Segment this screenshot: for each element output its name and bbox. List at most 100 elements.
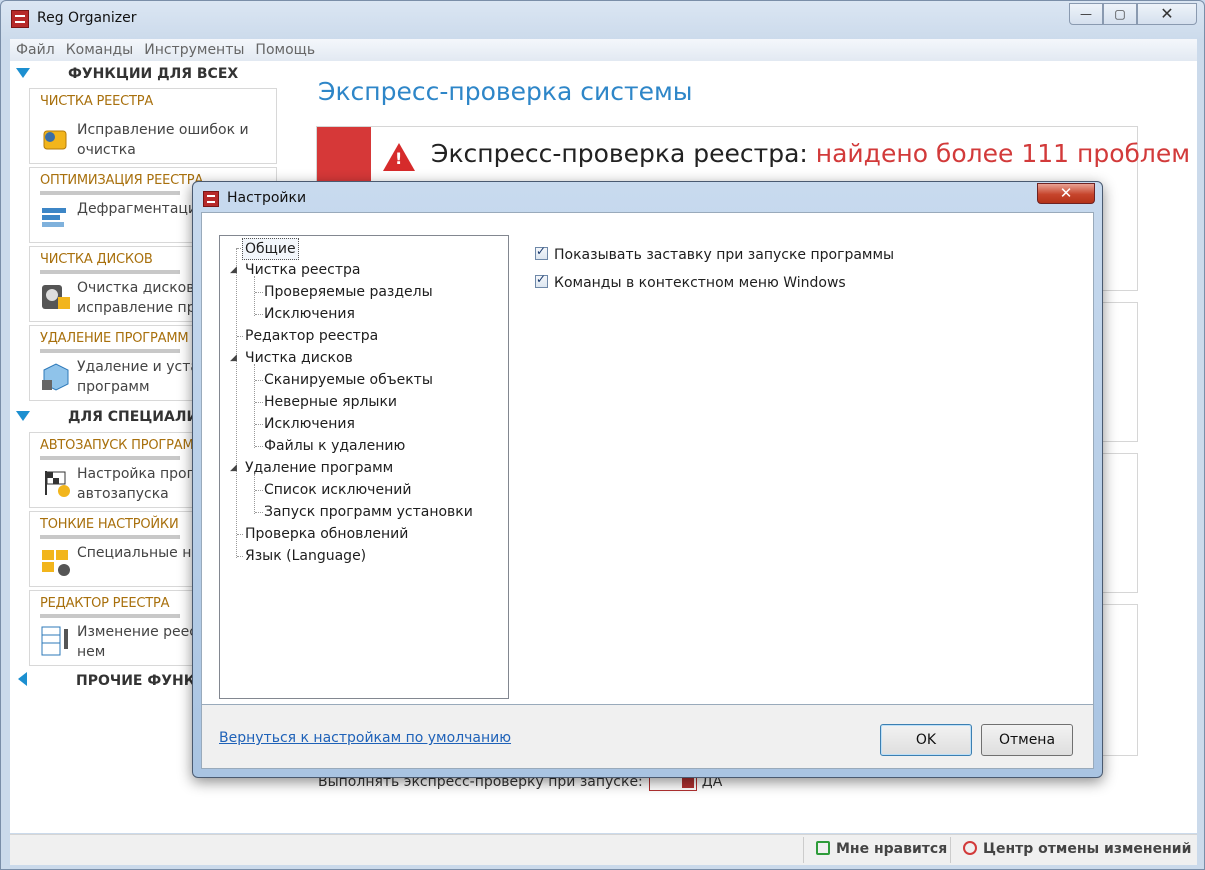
dialog-app-icon (203, 191, 219, 207)
title-underline (40, 191, 180, 195)
like-label: Мне нравится (836, 841, 948, 857)
menu-bar: Файл Команды Инструменты Помощь (10, 39, 1197, 61)
tree-item-registry-editor[interactable]: Редактор реестра (245, 326, 378, 346)
tree-expander-icon[interactable]: ◢ (230, 463, 237, 473)
tree-line (254, 474, 255, 514)
defrag-icon (40, 202, 72, 234)
dialog-footer: Вернуться к настройкам по умолчанию OK О… (201, 705, 1094, 769)
option-label: Показывать заставку при запуске программ… (554, 247, 895, 263)
tree-line (255, 292, 263, 293)
tree-line (255, 490, 263, 491)
title-underline (40, 456, 180, 460)
tree-line (237, 534, 243, 535)
menu-help[interactable]: Помощь (249, 39, 320, 61)
section-header-all[interactable]: ФУНКЦИИ ДЛЯ ВСЕХ (10, 61, 280, 87)
settings-dialog: Настройки ✕ Общие ◢ Чистка реестра Прове… (192, 181, 1103, 778)
collapse-triangle-icon (16, 411, 30, 421)
tree-item-disk-exclusions[interactable]: Исключения (264, 414, 355, 434)
option-splash-row[interactable]: Показывать заставку при запуске программ… (535, 244, 895, 263)
tree-item-registry-clean[interactable]: Чистка реестра (245, 260, 360, 280)
minimize-button[interactable]: — (1069, 3, 1103, 25)
tree-line (237, 336, 243, 337)
card-registry-clean[interactable]: ЧИСТКА РЕЕСТРА Исправление ошибок и очис… (29, 88, 277, 164)
registry-editor-icon (40, 625, 72, 657)
section-label: ПРОЧИЕ ФУНКЦ (76, 673, 209, 689)
tree-expander-icon[interactable]: ◢ (230, 353, 237, 363)
tree-item-invalid-shortcuts[interactable]: Неверные ярлыки (264, 392, 397, 412)
collapse-triangle-icon (16, 68, 30, 78)
option-context-menu-row[interactable]: Команды в контекстном меню Windows (535, 272, 846, 291)
undo-center-icon (963, 841, 977, 855)
title-underline (40, 535, 180, 539)
section-label: ФУНКЦИИ ДЛЯ ВСЕХ (68, 66, 239, 82)
tree-line (255, 402, 263, 403)
tree-item-general[interactable]: Общие (242, 238, 299, 260)
panel-title-text: Экспресс-проверка реестра: (431, 139, 816, 168)
card-title: ТОНКИЕ НАСТРОЙКИ (40, 517, 179, 532)
tree-item-registry-exclusions[interactable]: Исключения (264, 304, 355, 324)
tree-item-disk-clean[interactable]: Чистка дисков (245, 348, 353, 368)
tree-item-checked-sections[interactable]: Проверяемые разделы (264, 282, 433, 302)
reset-defaults-link[interactable]: Вернуться к настройкам по умолчанию (219, 730, 511, 746)
tree-item-files-to-delete[interactable]: Файлы к удалению (264, 436, 405, 456)
autorun-flag-icon (40, 467, 72, 499)
tree-item-update-check[interactable]: Проверка обновлений (245, 524, 408, 544)
dialog-title: Настройки (227, 190, 307, 206)
card-title: ЧИСТКА ДИСКОВ (40, 252, 153, 267)
app-icon (11, 10, 29, 28)
dialog-body: Общие ◢ Чистка реестра Проверяемые разде… (201, 212, 1094, 705)
settings-tree: Общие ◢ Чистка реестра Проверяемые разде… (219, 235, 509, 699)
card-title: ЧИСТКА РЕЕСТРА (40, 94, 154, 109)
title-underline (40, 614, 180, 618)
card-title: АВТОЗАПУСК ПРОГРАММ (40, 438, 205, 453)
tree-line (255, 314, 263, 315)
tree-item-exclusion-list[interactable]: Список исключений (264, 480, 411, 500)
tree-line (255, 446, 263, 447)
panel-title: Экспресс-проверка реестра: найдено более… (431, 139, 1190, 168)
tree-expander-icon[interactable]: ◢ (230, 265, 237, 275)
uninstall-box-icon (40, 360, 72, 392)
menu-tools[interactable]: Инструменты (138, 39, 249, 61)
expand-triangle-icon (18, 672, 27, 686)
tree-item-language[interactable]: Язык (Language) (245, 546, 366, 566)
dialog-close-button[interactable]: ✕ (1037, 183, 1095, 204)
window-title: Reg Organizer (37, 10, 137, 26)
tweaks-windows-icon (40, 546, 72, 578)
card-title: ОПТИМИЗАЦИЯ РЕЕСТРА (40, 173, 204, 188)
like-button[interactable]: Мне нравится (816, 841, 947, 857)
tree-line (255, 380, 263, 381)
maximize-button[interactable]: ▢ (1103, 3, 1137, 25)
problems-found: найдено более 111 проблем (815, 139, 1191, 168)
undo-center-button[interactable]: Центр отмены изменений (963, 841, 1191, 857)
section-label: ДЛЯ СПЕЦИАЛИС (68, 409, 209, 425)
tree-line (254, 276, 255, 316)
tree-line (236, 248, 237, 558)
tree-item-uninstall[interactable]: Удаление программ (245, 458, 393, 478)
tree-item-scanned-objects[interactable]: Сканируемые объекты (264, 370, 433, 390)
close-button[interactable]: ✕ (1137, 3, 1197, 25)
tree-item-run-installers[interactable]: Запуск программ установки (264, 502, 473, 522)
card-desc: Исправление ошибок и очистка (77, 122, 249, 158)
option-label: Команды в контекстном меню Windows (554, 275, 846, 291)
card-title: УДАЛЕНИЕ ПРОГРАММ (40, 331, 189, 346)
tree-line (237, 556, 243, 557)
status-bar: Мне нравится Центр отмены изменений (10, 834, 1197, 865)
splash-checkbox[interactable] (535, 244, 548, 260)
context-menu-checkbox[interactable] (535, 272, 548, 288)
cancel-button[interactable]: Отмена (981, 724, 1073, 756)
warning-icon (383, 143, 415, 171)
menu-file[interactable]: Файл (10, 39, 60, 61)
tree-line (254, 364, 255, 448)
status-separator (950, 837, 951, 863)
page-title: Экспресс-проверка системы (318, 77, 693, 106)
menu-commands[interactable]: Команды (60, 39, 139, 61)
title-bar: Reg Organizer — ▢ ✕ (1, 1, 1204, 37)
ok-button[interactable]: OK (880, 724, 972, 756)
status-separator (803, 837, 804, 863)
title-underline (40, 270, 180, 274)
title-underline (40, 349, 180, 353)
tree-line (255, 424, 263, 425)
registry-clean-icon (40, 123, 72, 155)
tree-line (255, 512, 263, 513)
card-title: РЕДАКТОР РЕЕСТРА (40, 596, 170, 611)
